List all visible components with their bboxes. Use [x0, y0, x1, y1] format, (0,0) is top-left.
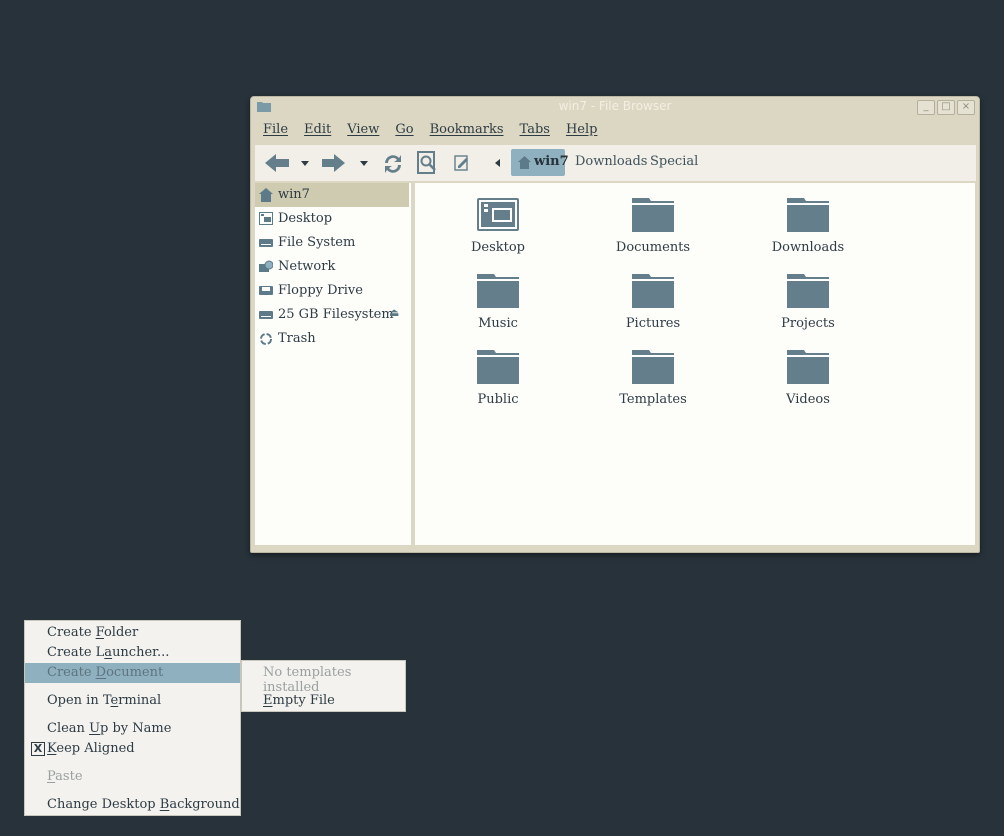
file-view: Desktop Documents Downloads Music Pictur…	[415, 183, 975, 545]
file-browser-window: win7 - File Browser _ □ × File Edit View…	[250, 96, 980, 553]
submenu-empty-file[interactable]: Empty File	[242, 691, 405, 711]
menu-bookmarks[interactable]: Bookmarks	[422, 119, 512, 141]
create-document-submenu: No templates installed Empty File	[241, 660, 406, 712]
forward-arrow-icon[interactable]	[321, 152, 347, 174]
menu-item-create-folder[interactable]: Create Folder	[25, 623, 240, 643]
sidebar-item-file-system[interactable]: File System	[255, 231, 409, 255]
folder-icon	[632, 350, 674, 384]
sidebar-item-floppy-drive[interactable]: Floppy Drive	[255, 279, 409, 303]
sidebar-item-trash[interactable]: Trash	[255, 327, 409, 351]
menu-item-create-launcher[interactable]: Create Launcher...	[25, 643, 240, 663]
trash-icon	[260, 333, 272, 345]
breadcrumb-downloads[interactable]: Downloads	[575, 154, 647, 169]
back-arrow-icon[interactable]	[263, 152, 291, 174]
file-label: Projects	[781, 316, 835, 331]
checkbox-checked-icon: X	[31, 742, 45, 756]
home-icon	[518, 156, 531, 169]
sidebar-item-network[interactable]: Network	[255, 255, 409, 279]
folder-icon	[787, 274, 829, 308]
file-label: Templates	[619, 392, 687, 407]
file-item-projects[interactable]: Projects	[753, 273, 863, 343]
back-history-chevron-down-icon[interactable]	[301, 161, 309, 167]
file-item-templates[interactable]: Templates	[598, 349, 708, 419]
menu-item-clean-up-by-name[interactable]: Clean Up by Name	[25, 719, 240, 739]
file-item-videos[interactable]: Videos	[753, 349, 863, 419]
menu-item-paste: Paste	[47, 769, 83, 784]
search-icon[interactable]	[416, 150, 438, 176]
menu-tabs[interactable]: Tabs	[512, 119, 558, 141]
desktop-folder-icon	[477, 198, 519, 231]
breadcrumb-current-label: win7	[534, 154, 569, 169]
desktop-context-menu: Create Folder Create Launcher... Create …	[24, 620, 241, 816]
menu-view[interactable]: View	[339, 119, 387, 141]
menu-go[interactable]: Go	[387, 119, 421, 141]
file-label: Desktop	[470, 240, 526, 255]
file-item-music[interactable]: Music	[443, 273, 553, 343]
sidebar-item-25gb-filesystem[interactable]: 25 GB Filesystem ⏏	[255, 303, 409, 327]
sidebar-item-desktop[interactable]: Desktop	[255, 207, 409, 231]
reload-icon[interactable]	[381, 152, 405, 176]
breadcrumb-win7[interactable]: win7	[511, 149, 569, 176]
file-label: Videos	[786, 392, 830, 407]
menu-item-change-desktop-background[interactable]: Change Desktop Background	[25, 795, 240, 815]
file-label: Documents	[615, 240, 691, 255]
breadcrumb-special[interactable]: Special	[650, 154, 698, 169]
folder-icon	[632, 198, 674, 232]
menu-file[interactable]: File	[255, 119, 296, 141]
file-label: Public	[477, 392, 519, 407]
edit-path-icon[interactable]	[454, 154, 470, 172]
file-label: Music	[478, 316, 518, 331]
sidebar-item-win7[interactable]: win7	[255, 183, 409, 207]
drive-icon	[259, 239, 273, 247]
home-icon	[259, 188, 273, 202]
file-item-documents[interactable]: Documents	[598, 197, 708, 267]
file-item-downloads[interactable]: Downloads	[753, 197, 863, 267]
window-title: win7 - File Browser	[558, 99, 672, 113]
file-item-public[interactable]: Public	[443, 349, 553, 419]
network-icon	[259, 260, 273, 272]
sidebar: win7 Desktop File System Network Floppy …	[255, 183, 411, 545]
menu-item-keep-aligned[interactable]: X Keep Aligned	[25, 739, 240, 759]
file-label: Downloads	[771, 240, 845, 255]
menu-bar: File Edit View Go Bookmarks Tabs Help	[255, 119, 605, 141]
folder-icon	[787, 350, 829, 384]
floppy-icon	[259, 286, 273, 295]
menu-item-create-document[interactable]: Create Document	[25, 663, 240, 683]
folder-icon	[477, 274, 519, 308]
folder-icon	[632, 274, 674, 308]
close-button[interactable]: ×	[957, 100, 975, 115]
menu-item-open-in-terminal[interactable]: Open in Terminal	[25, 691, 240, 711]
menu-edit[interactable]: Edit	[296, 119, 339, 141]
breadcrumb-scroll-left-icon[interactable]	[495, 159, 501, 167]
desktop-icon	[259, 212, 273, 225]
file-label: Pictures	[625, 316, 681, 331]
title-bar[interactable]: win7 - File Browser _ □ ×	[251, 97, 979, 117]
folder-icon	[787, 198, 829, 232]
submenu-no-templates: No templates installed	[263, 665, 352, 695]
file-item-desktop[interactable]: Desktop	[443, 197, 553, 267]
drive-icon	[259, 311, 273, 319]
minimize-button[interactable]: _	[917, 100, 935, 115]
maximize-button[interactable]: □	[937, 100, 955, 115]
folder-icon	[477, 350, 519, 384]
menu-help[interactable]: Help	[558, 119, 606, 141]
file-item-pictures[interactable]: Pictures	[598, 273, 708, 343]
forward-history-chevron-down-icon[interactable]	[360, 161, 368, 167]
eject-icon[interactable]: ⏏	[389, 306, 399, 319]
toolbar: win7 Downloads Special	[255, 145, 976, 181]
